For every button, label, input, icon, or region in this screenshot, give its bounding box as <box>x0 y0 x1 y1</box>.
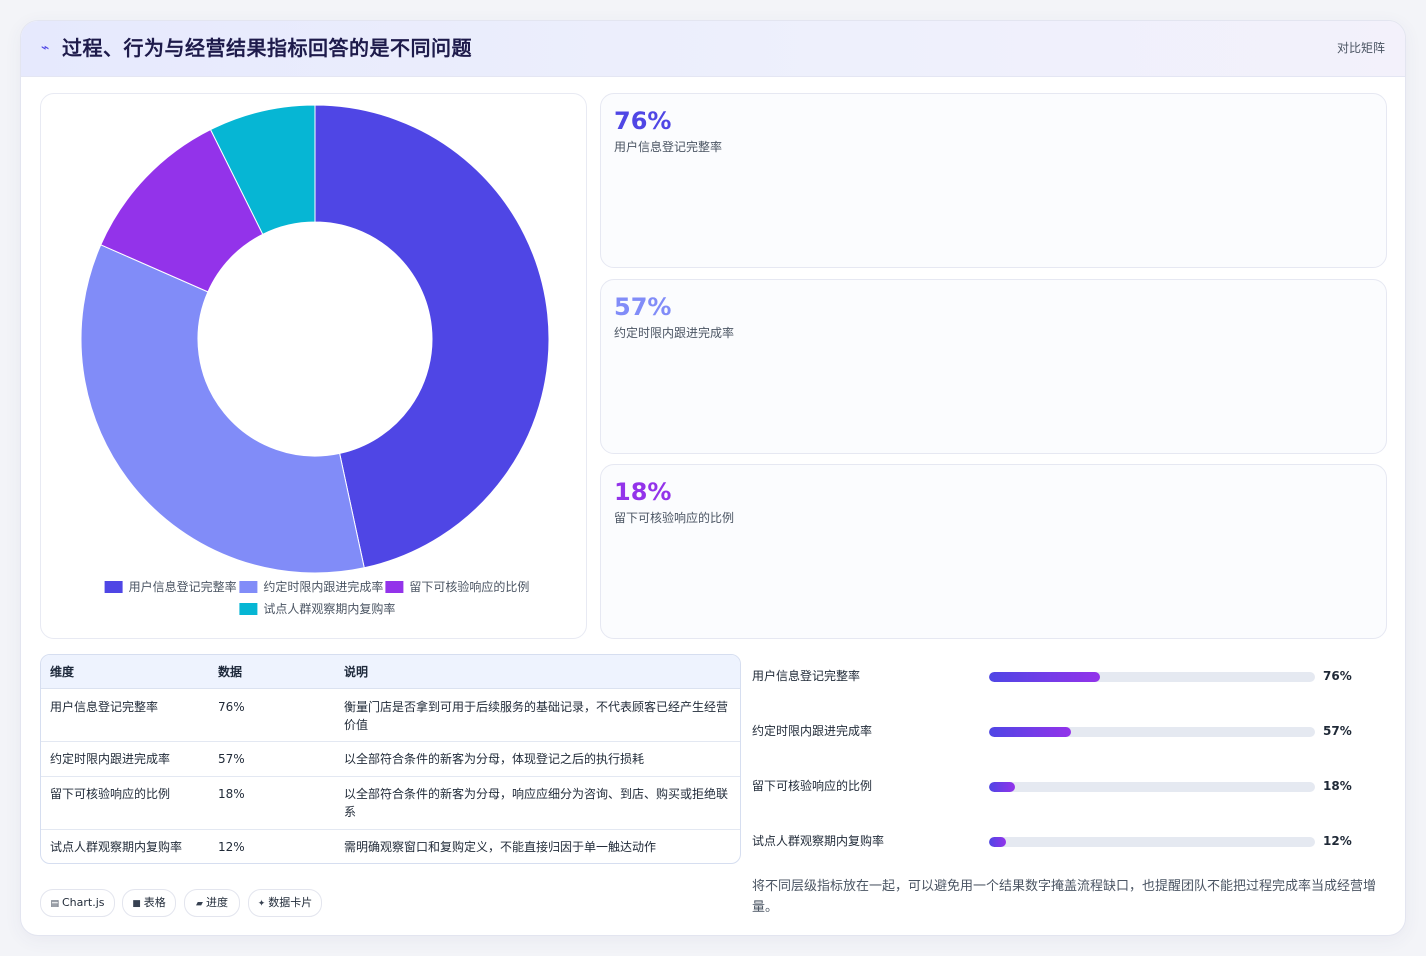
card-header: ⌁ 过程、行为与经营结果指标回答的是不同问题 对比矩阵 <box>21 21 1405 77</box>
chip-label: 表格 <box>143 896 166 909</box>
progress-track <box>989 727 1315 737</box>
progress-value: 18% <box>1323 779 1352 793</box>
legend-label[interactable]: 约定时限内跟进完成率 <box>263 579 383 594</box>
cell-description: 衡量门店是否拿到可用于后续服务的基础记录，不代表顾客已经产生经营价值 <box>344 700 729 732</box>
table-row: 留下可核验响应的比例 18% 以全部符合条件的新客为分母，响应应细分为咨询、到店… <box>41 777 740 830</box>
table-row: 试点人群观察期内复购率 12% 需明确观察窗口和复购定义，不能直接归因于单一触达… <box>41 830 740 863</box>
donut-chart-panel: 用户信息登记完整率 约定时限内跟进完成率 留下可核验响应的比例 试点人群观察期内复购率 <box>40 93 587 639</box>
kpi-value: 57% <box>614 293 672 321</box>
progress-track <box>989 672 1315 682</box>
legend-label[interactable]: 用户信息登记完整率 <box>129 579 237 594</box>
legend-swatch[interactable] <box>239 603 258 615</box>
kpi-label: 用户信息登记完整率 <box>614 140 723 154</box>
progress-track <box>989 837 1315 847</box>
cell-value: 18% <box>218 787 245 801</box>
pie-slice[interactable] <box>314 104 550 569</box>
progress-fill <box>989 782 1016 792</box>
progress-fill <box>989 672 1100 682</box>
progress-row: 留下可核验响应的比例 18% <box>752 776 1392 798</box>
progress-row: 试点人群观察期内复购率 12% <box>752 831 1392 853</box>
kpi-label: 留下可核验响应的比例 <box>614 511 735 525</box>
legend-swatch[interactable] <box>385 581 404 593</box>
chip-label: Chart.js <box>62 896 105 909</box>
cell-dimension: 留下可核验响应的比例 <box>50 787 171 801</box>
kpi-card: 57% 约定时限内跟进完成率 <box>600 279 1387 454</box>
cell-value: 76% <box>218 700 245 714</box>
legend-label[interactable]: 留下可核验响应的比例 <box>409 579 529 594</box>
legend-label[interactable]: 试点人群观察期内复购率 <box>263 601 395 616</box>
chip-progress[interactable]: ▰ 进度 <box>184 889 240 917</box>
page-title: 过程、行为与经营结果指标回答的是不同问题 <box>62 36 472 60</box>
cell-description: 需明确观察窗口和复购定义，不能直接归因于单一触达动作 <box>344 840 657 854</box>
kpi-value: 18% <box>614 478 672 506</box>
metrics-table: 维度 数据 说明 用户信息登记完整率 76% 衡量门店是否拿到可用于后续服务的基… <box>40 654 741 864</box>
column-header: 数据 <box>218 665 243 679</box>
chip-data-card[interactable]: ✦ 数据卡片 <box>248 889 322 917</box>
donut-chart: 用户信息登记完整率 约定时限内跟进完成率 留下可核验响应的比例试点人群观察期内复购率 <box>80 104 550 616</box>
progress-value: 12% <box>1323 834 1352 848</box>
chart-icon: ▤ <box>50 899 59 909</box>
progress-value: 57% <box>1323 724 1352 738</box>
table-icon: ■ <box>132 899 141 909</box>
chip-table[interactable]: ■ 表格 <box>122 889 176 917</box>
progress-value: 76% <box>1323 669 1352 683</box>
kpi-label: 约定时限内跟进完成率 <box>614 326 735 340</box>
chip-chartjs[interactable]: ▤ Chart.js <box>40 889 115 917</box>
chip-label: 数据卡片 <box>268 896 313 909</box>
progress-list: 用户信息登记完整率 76% 约定时限内跟进完成率 57% 留下可核验响应的比例 … <box>752 666 1392 866</box>
kpi-card: 76% 用户信息登记完整率 <box>600 93 1387 268</box>
table-header: 维度 数据 说明 <box>41 655 740 689</box>
progress-fill <box>989 837 1007 847</box>
pie-slice[interactable] <box>80 244 365 574</box>
legend-swatch[interactable] <box>239 581 258 593</box>
cell-dimension: 约定时限内跟进完成率 <box>50 752 171 766</box>
progress-label: 约定时限内跟进完成率 <box>752 724 873 738</box>
progress-label: 试点人群观察期内复购率 <box>752 834 885 848</box>
cell-dimension: 试点人群观察期内复购率 <box>50 840 183 854</box>
kpi-card: 18% 留下可核验响应的比例 <box>600 464 1387 639</box>
progress-fill <box>989 727 1071 737</box>
progress-label: 用户信息登记完整率 <box>752 669 861 683</box>
legend-swatch[interactable] <box>104 581 123 593</box>
summary-note: 将不同层级指标放在一起，可以避免用一个结果数字掩盖流程缺口，也提醒团队不能把过程… <box>752 879 1377 915</box>
progress-track <box>989 782 1315 792</box>
column-header: 维度 <box>50 665 75 679</box>
cell-dimension: 用户信息登记完整率 <box>50 700 159 714</box>
table-row: 约定时限内跟进完成率 57% 以全部符合条件的新客为分母，体现登记之后的执行损耗 <box>41 742 740 777</box>
progress-label: 留下可核验响应的比例 <box>752 779 873 793</box>
column-header: 说明 <box>344 665 369 679</box>
cell-value: 12% <box>218 840 245 854</box>
cell-value: 57% <box>218 752 245 766</box>
kpi-value: 76% <box>614 107 672 135</box>
chip-label: 进度 <box>205 896 228 909</box>
sparkle-icon: ✦ <box>257 899 266 909</box>
view-tag[interactable]: 对比矩阵 <box>1337 39 1385 57</box>
cell-description: 以全部符合条件的新客为分母，体现登记之后的执行损耗 <box>344 752 645 766</box>
table-row: 用户信息登记完整率 76% 衡量门店是否拿到可用于后续服务的基础记录，不代表顾客… <box>41 689 740 742</box>
pulse-icon: ⌁ <box>41 40 50 56</box>
dashboard-card: ⌁ 过程、行为与经营结果指标回答的是不同问题 对比矩阵 用户信息登记完整率 约定时… <box>20 20 1406 936</box>
progress-row: 约定时限内跟进完成率 57% <box>752 721 1392 743</box>
progress-icon: ▰ <box>196 899 203 909</box>
cell-description: 以全部符合条件的新客为分母，响应应细分为咨询、到店、购买或拒绝联系 <box>344 787 729 819</box>
progress-row: 用户信息登记完整率 76% <box>752 666 1392 688</box>
